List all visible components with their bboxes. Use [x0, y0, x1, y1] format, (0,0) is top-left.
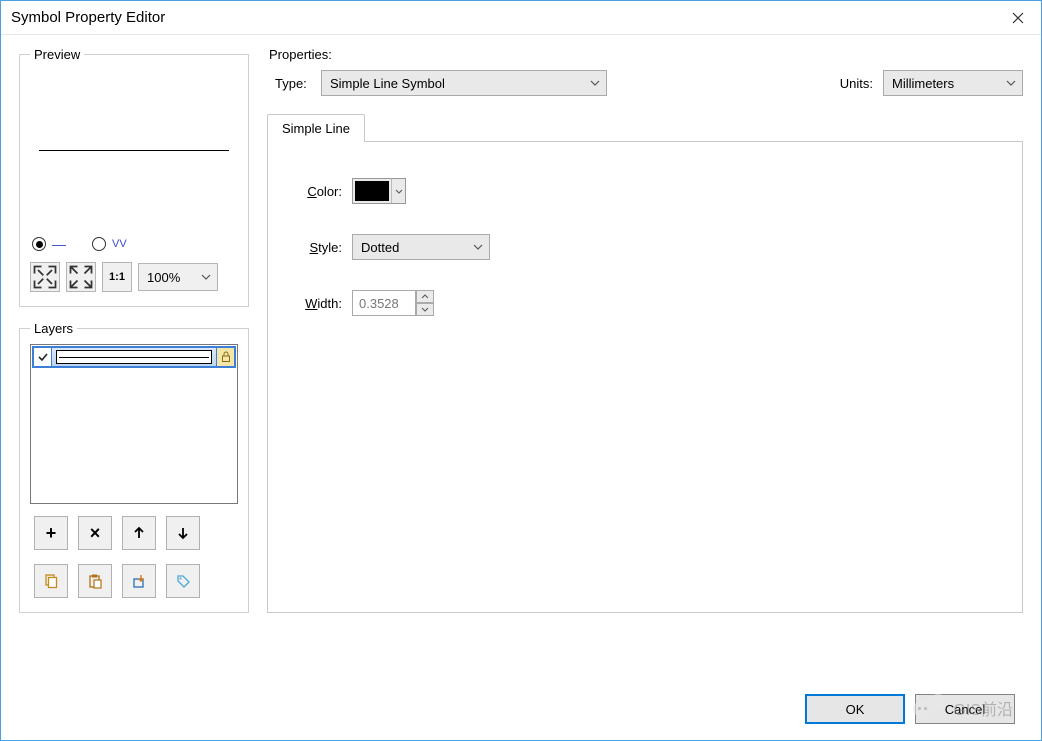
chevron-down-icon [201, 274, 211, 280]
properties-tabs: Simple Line Color: Style: Dotted [267, 114, 1023, 613]
preview-legend: Preview [30, 47, 84, 62]
layers-list[interactable] [30, 344, 238, 504]
preview-canvas [30, 70, 238, 230]
units-label: Units: [840, 76, 873, 91]
type-label: Type: [267, 76, 311, 91]
zoom-out-arrows-icon [67, 263, 95, 291]
properties-heading: Properties: [269, 47, 1023, 62]
dialog-footer: OK Cancel [805, 694, 1015, 724]
copy-icon [43, 573, 59, 589]
close-icon [1012, 12, 1024, 24]
cancel-button[interactable]: Cancel [915, 694, 1015, 724]
preview-mode-straight[interactable]: — [32, 236, 66, 252]
width-increment-button[interactable] [416, 290, 434, 303]
ok-button[interactable]: OK [805, 694, 905, 724]
zigzag-line-icon: VV [112, 238, 127, 250]
window-title: Symbol Property Editor [11, 9, 995, 26]
color-swatch [355, 181, 389, 201]
style-select[interactable]: Dotted [352, 234, 490, 260]
tag-layer-button[interactable] [166, 564, 200, 598]
move-layer-up-button[interactable] [122, 516, 156, 550]
tab-panel-simple-line: Color: Style: Dotted [267, 141, 1023, 613]
layer-toolbar-row2 [30, 564, 238, 598]
color-row: Color: [292, 178, 998, 204]
color-dropdown-arrow [391, 179, 405, 203]
zoom-actual-button[interactable]: 1:1 [102, 262, 132, 292]
units-value: Millimeters [892, 76, 954, 91]
one-to-one-icon: 1:1 [109, 271, 125, 283]
add-layer-button[interactable]: + [34, 516, 68, 550]
preview-symbol-line [39, 150, 229, 151]
radio-icon [32, 237, 46, 251]
preview-mode-row: — VV [32, 236, 238, 252]
layers-group: Layers + [19, 321, 249, 613]
right-column: Properties: Type: Simple Line Symbol Uni… [267, 47, 1023, 613]
layer-toolbar-row1: + × [30, 516, 238, 550]
move-layer-down-button[interactable] [166, 516, 200, 550]
tag-icon [175, 573, 191, 589]
chevron-down-icon [473, 244, 483, 250]
width-spinner[interactable]: 0.3528 [352, 290, 434, 316]
preview-toolbar: 1:1 100% [30, 262, 238, 292]
layer-lock-toggle[interactable] [216, 348, 234, 366]
copy-layer-button[interactable] [34, 564, 68, 598]
zoom-in-arrows-icon [31, 263, 59, 291]
paste-layer-button[interactable] [78, 564, 112, 598]
zoom-full-button[interactable] [66, 262, 96, 292]
type-value: Simple Line Symbol [330, 76, 445, 91]
preview-mode-zigzag[interactable]: VV [92, 237, 127, 251]
lock-icon [220, 351, 232, 363]
checkmark-icon [37, 351, 49, 363]
layer-visibility-checkbox[interactable] [34, 348, 52, 366]
zoom-level-value: 100% [147, 270, 180, 285]
arrow-up-icon [131, 525, 147, 541]
straight-line-icon: — [52, 236, 66, 252]
content-area: Preview — VV [1, 35, 1041, 625]
width-decrement-button[interactable] [416, 303, 434, 316]
symbol-property-editor-window: Symbol Property Editor Preview — [0, 0, 1042, 741]
zoom-level-select[interactable]: 100% [138, 263, 218, 291]
layers-legend: Layers [30, 321, 77, 336]
type-select[interactable]: Simple Line Symbol [321, 70, 607, 96]
import-layer-button[interactable] [122, 564, 156, 598]
style-row: Style: Dotted [292, 234, 998, 260]
style-label: Style: [292, 240, 342, 255]
tab-strip: Simple Line [267, 114, 1023, 142]
width-input[interactable]: 0.3528 [352, 290, 416, 316]
spinner-buttons [416, 290, 434, 316]
color-picker[interactable] [352, 178, 406, 204]
import-icon [131, 573, 147, 589]
radio-icon [92, 237, 106, 251]
preview-group: Preview — VV [19, 47, 249, 307]
chevron-down-icon [1006, 80, 1016, 86]
x-icon: × [90, 524, 101, 542]
chevron-down-icon [590, 80, 600, 86]
units-select[interactable]: Millimeters [883, 70, 1023, 96]
tab-simple-line[interactable]: Simple Line [267, 114, 365, 142]
titlebar: Symbol Property Editor [1, 1, 1041, 35]
width-label: Width: [292, 296, 342, 311]
color-label: Color: [292, 184, 342, 199]
layer-row[interactable] [32, 346, 236, 368]
close-button[interactable] [995, 3, 1041, 33]
type-units-row: Type: Simple Line Symbol Units: Millimet… [267, 70, 1023, 96]
zoom-fit-button[interactable] [30, 262, 60, 292]
plus-icon: + [46, 524, 57, 542]
left-column: Preview — VV [19, 47, 249, 613]
style-value: Dotted [361, 240, 399, 255]
width-row: Width: 0.3528 [292, 290, 998, 316]
arrow-down-icon [175, 525, 191, 541]
paste-icon [87, 573, 103, 589]
layer-preview [52, 348, 216, 366]
remove-layer-button[interactable]: × [78, 516, 112, 550]
